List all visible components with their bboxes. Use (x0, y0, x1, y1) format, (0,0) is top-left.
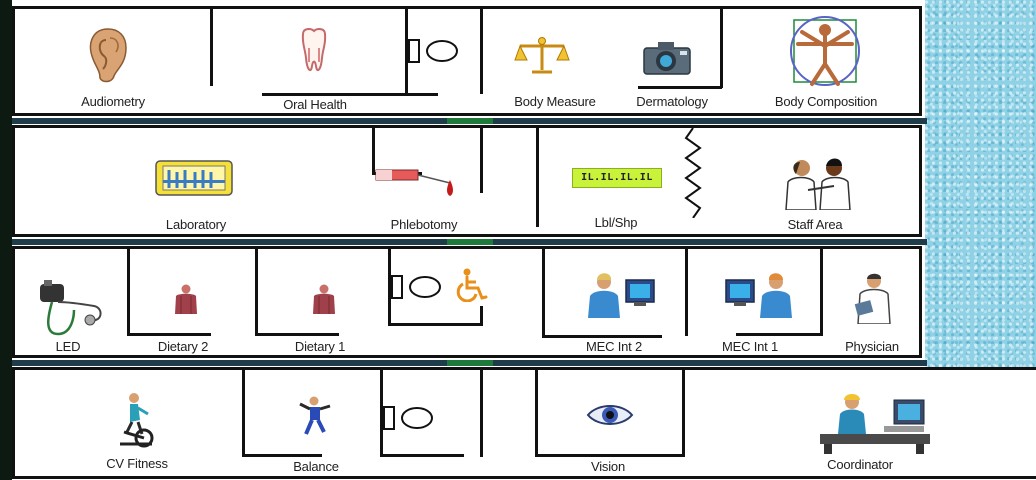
wall (682, 369, 685, 457)
room-label: MEC Int 2 (586, 339, 642, 354)
label-printer-display: IL.IL.IL.IL (581, 172, 653, 183)
torso-icon (313, 284, 335, 314)
wall (535, 369, 538, 457)
wall (255, 248, 258, 336)
floor-plan: Audiometry Oral Health Body Measure Derm… (0, 0, 1036, 480)
camera-icon (643, 42, 691, 75)
staff-people-icon (785, 158, 851, 210)
lab-equipment-icon (155, 160, 233, 196)
wall (480, 306, 483, 326)
left-edge-strip (0, 0, 12, 480)
syringe-icon (375, 169, 453, 196)
eye-icon (586, 405, 634, 425)
room-label: Balance (293, 459, 339, 474)
wall (638, 86, 722, 89)
doctor-icon (854, 273, 891, 324)
wall (262, 93, 438, 96)
room-label: Body Composition (774, 94, 878, 109)
wall (380, 454, 464, 457)
wall (542, 335, 662, 338)
wall (210, 8, 213, 86)
exercise-bike-icon (120, 393, 154, 448)
torso-icon (175, 284, 197, 314)
wall (685, 248, 688, 336)
ear-icon (89, 28, 127, 83)
wall (480, 127, 483, 193)
toilet-icon (391, 275, 441, 299)
wheelchair-icon (456, 268, 488, 302)
label-printer-icon: IL.IL.IL.IL (572, 168, 662, 188)
room-label: Dermatology (636, 94, 708, 109)
wall (736, 333, 822, 336)
tooth-icon (301, 28, 327, 72)
room-label: Vision (591, 459, 625, 474)
room-label: Laboratory (165, 217, 227, 232)
wall (535, 454, 685, 457)
corridor-divider (12, 360, 927, 366)
room-label: Lbl/Shp (594, 215, 638, 230)
background-texture (925, 0, 1036, 370)
wall (242, 369, 245, 457)
room-label: Physician (845, 339, 899, 354)
wall (480, 8, 483, 94)
computer-interviewer-icon (588, 273, 655, 318)
folding-partition (684, 128, 702, 218)
wall (127, 333, 211, 336)
room-label: Phlebotomy (390, 217, 458, 232)
room-label: Dietary 2 (157, 339, 209, 354)
corridor-divider (12, 239, 927, 245)
wall (820, 248, 823, 336)
toilet-icon (408, 39, 458, 63)
wall (388, 323, 483, 326)
wall (480, 369, 483, 457)
wall (127, 248, 130, 336)
wall (242, 454, 322, 457)
wall (542, 248, 545, 338)
balance-person-icon (299, 396, 331, 435)
room-label: Audiometry (81, 94, 145, 109)
room-label: Staff Area (787, 217, 843, 232)
room-label: CV Fitness (106, 456, 168, 471)
room-label: MEC Int 1 (722, 339, 778, 354)
wall (720, 8, 723, 88)
stethoscope-icon (40, 280, 102, 336)
room-label: Dietary 1 (294, 339, 346, 354)
vitruvian-man-icon (790, 16, 860, 86)
corridor-divider (12, 118, 927, 124)
toilet-icon (383, 406, 433, 430)
wall (536, 127, 539, 227)
room-label: Coordinator (827, 457, 893, 472)
room-label: Body Measure (514, 94, 596, 109)
room-label: LED (55, 339, 81, 354)
wall (255, 333, 339, 336)
room-label: Oral Health (283, 97, 347, 112)
computer-interviewer-icon (725, 273, 792, 318)
coordinator-desk-icon (820, 394, 930, 454)
scale-icon (514, 37, 570, 74)
